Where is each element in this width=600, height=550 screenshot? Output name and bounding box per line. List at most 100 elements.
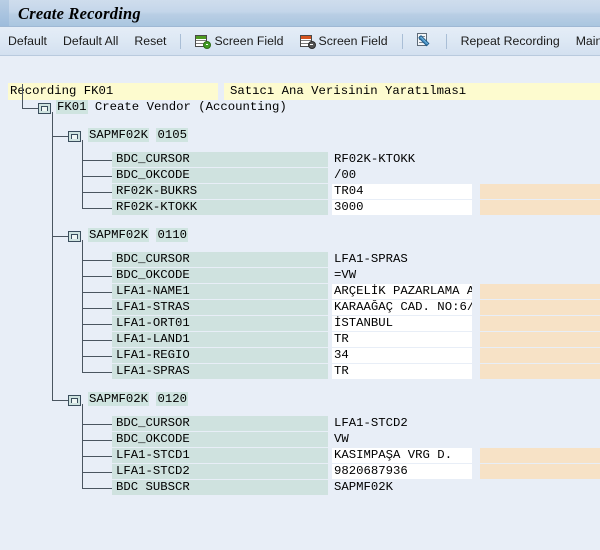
field-value-text: LFA1-STCD2 [334, 416, 408, 430]
edit-recording-button[interactable] [409, 30, 440, 52]
field-value-input[interactable]: ARÇELİK PAZARLAMA A. [332, 284, 472, 299]
field-tail-cell[interactable] [480, 284, 600, 299]
default-all-button[interactable]: Default All [55, 30, 126, 52]
field-name-cell: LFA1-REGIO [112, 348, 328, 363]
tree-line-field-elbow [82, 456, 112, 457]
recording-name-cell: Recording FK01 [8, 83, 218, 100]
tree-field-row[interactable]: BDC_CURSOR LFA1-STCD2 [0, 416, 600, 432]
tree-root-row[interactable]: FK01 Create Vendor (Accounting) [0, 100, 600, 116]
tree-field-row[interactable]: LFA1-NAME1 ARÇELİK PAZARLAMA A. [0, 284, 600, 300]
tree-line-field-elbow [82, 160, 112, 161]
field-tail-cell[interactable] [480, 332, 600, 347]
folder-icon[interactable] [38, 103, 51, 114]
tree-line-field-elbow [82, 424, 112, 425]
tree-field-row[interactable]: LFA1-REGIO 34 [0, 348, 600, 364]
maintain-recording-button[interactable]: Maint [568, 30, 600, 52]
tree-field-row[interactable]: LFA1-SPRAS TR [0, 364, 600, 380]
field-name-cell: BDC_OKCODE [112, 432, 328, 447]
window-titlebar: Create Recording [0, 0, 600, 27]
field-name-cell: BDC SUBSCR [112, 480, 328, 495]
tree-field-row[interactable]: RF02K-BUKRS TR04 [0, 184, 600, 200]
tree-field-row[interactable]: LFA1-STCD1 KASIMPAŞA VRG D. [0, 448, 600, 464]
tree-field-row[interactable]: LFA1-LAND1 TR [0, 332, 600, 348]
tree-group-label: SAPMF02K 0120 [88, 392, 188, 407]
field-tail-cell[interactable] [480, 448, 600, 463]
tree-field-row[interactable]: BDC_OKCODE =VW [0, 268, 600, 284]
folder-icon[interactable] [68, 131, 81, 142]
delete-screen-field-button[interactable]: Screen Field [292, 30, 396, 52]
tree-group-row[interactable]: SAPMF02K 0110 [0, 228, 600, 244]
field-value-text: /00 [334, 168, 357, 182]
field-value-input[interactable]: 3000 [332, 200, 472, 215]
tree-line-field-elbow [82, 292, 112, 293]
field-name-cell: LFA1-NAME1 [112, 284, 328, 299]
field-name-cell: LFA1-STCD2 [112, 464, 328, 479]
titlebar-left-edge [0, 0, 9, 26]
folder-icon[interactable] [68, 395, 81, 406]
tree-field-row[interactable]: BDC_OKCODE VW [0, 432, 600, 448]
tree-group-label: SAPMF02K 0110 [88, 228, 188, 243]
field-name-cell: LFA1-SPRAS [112, 364, 328, 379]
field-tail-cell[interactable] [480, 200, 600, 215]
repeat-recording-button[interactable]: Repeat Recording [453, 30, 568, 52]
default-all-button-label: Default All [62, 33, 119, 48]
reset-button-label: Reset [134, 33, 167, 48]
field-tail-cell[interactable] [480, 184, 600, 199]
tree-group-program: SAPMF02K [88, 228, 150, 242]
field-value-text: VW [334, 432, 349, 446]
default-button-label: Default [8, 33, 47, 48]
tree-line-field-elbow [82, 176, 112, 177]
tree-field-row[interactable]: LFA1-STRAS KARAAĞAÇ CAD. NO:6/2 [0, 300, 600, 316]
field-name-cell: RF02K-BUKRS [112, 184, 328, 199]
field-name-cell: LFA1-STRAS [112, 300, 328, 315]
tree-root-label: FK01 Create Vendor (Accounting) [56, 100, 287, 115]
field-value-input[interactable]: TR [332, 364, 472, 379]
tree-root-text: Create Vendor (Accounting) [87, 100, 287, 114]
field-value-input[interactable]: KASIMPAŞA VRG D. [332, 448, 472, 463]
tree-line-field-elbow [82, 356, 112, 357]
field-value-text: RF02K-KTOKK [334, 152, 416, 166]
tree-line-group-vertical [82, 240, 83, 372]
folder-icon[interactable] [68, 231, 81, 242]
reset-button[interactable]: Reset [126, 30, 174, 52]
tree-line-field-elbow [82, 308, 112, 309]
field-value-input[interactable]: TR [332, 332, 472, 347]
field-tail-cell[interactable] [480, 364, 600, 379]
screen-field-add-icon [195, 34, 212, 49]
tree-line-field-elbow [82, 276, 112, 277]
tree-field-row[interactable]: BDC SUBSCR SAPMF02K [0, 480, 600, 496]
tree-line-field-elbow [82, 192, 112, 193]
field-value-input[interactable]: İSTANBUL [332, 316, 472, 331]
tree-group-program: SAPMF02K [88, 392, 150, 406]
tree-field-row[interactable]: LFA1-STCD2 9820687936 [0, 464, 600, 480]
tree-group-row[interactable]: SAPMF02K 0120 [0, 392, 600, 408]
field-tail-cell[interactable] [480, 348, 600, 363]
tree-field-row[interactable]: BDC_CURSOR RF02K-KTOKK [0, 152, 600, 168]
field-name-cell: LFA1-LAND1 [112, 332, 328, 347]
field-name-cell: BDC_CURSOR [112, 252, 328, 267]
field-tail-cell[interactable] [480, 464, 600, 479]
insert-screen-field-button[interactable]: Screen Field [187, 30, 291, 52]
tree-line-field-elbow [82, 488, 112, 489]
tree-field-row[interactable]: BDC_OKCODE/00 [0, 168, 600, 184]
tree-field-row[interactable]: BDC_CURSOR LFA1-SPRAS [0, 252, 600, 268]
toolbar-separator-2 [401, 33, 403, 49]
field-value-input[interactable]: 9820687936 [332, 464, 472, 479]
tree-group-screen: 0110 [156, 228, 188, 242]
tree-line-field-elbow [82, 340, 112, 341]
field-value-input[interactable]: 34 [332, 348, 472, 363]
tree-line-field-elbow [82, 324, 112, 325]
field-value-input[interactable]: TR04 [332, 184, 472, 199]
repeat-recording-label: Repeat Recording [460, 33, 560, 48]
field-value-text: =VW [334, 268, 357, 282]
create-recording-window: Create Recording Default Default All Res… [0, 0, 600, 550]
tree-line-group-elbow [52, 236, 68, 237]
field-tail-cell[interactable] [480, 316, 600, 331]
default-button[interactable]: Default [0, 30, 55, 52]
tree-group-row[interactable]: SAPMF02K 0105 [0, 128, 600, 144]
tree-field-row[interactable]: LFA1-ORT01 İSTANBUL [0, 316, 600, 332]
field-value-input[interactable]: KARAAĞAÇ CAD. NO:6/2 [332, 300, 472, 315]
tree-field-row[interactable]: RF02K-KTOKK 3000 [0, 200, 600, 216]
field-tail-cell[interactable] [480, 300, 600, 315]
field-name-cell: BDC_CURSOR [112, 152, 328, 167]
